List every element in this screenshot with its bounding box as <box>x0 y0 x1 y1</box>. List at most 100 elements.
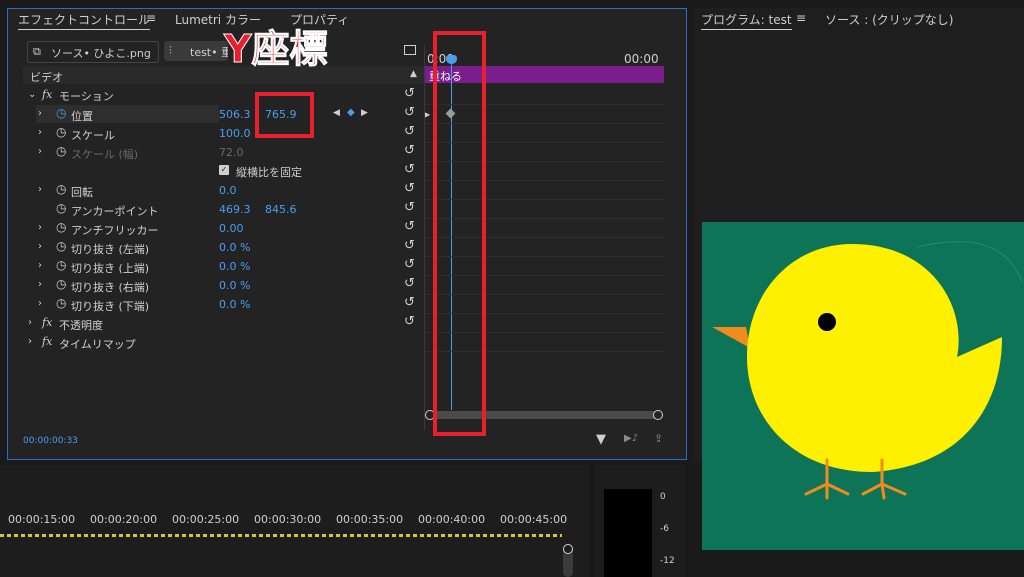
audio-meter <box>604 489 652 577</box>
chevron-down-icon[interactable]: ⌄ <box>28 89 36 100</box>
antiflicker-label: アンチフリッカー <box>71 224 159 237</box>
reset-icon[interactable]: ↺ <box>404 295 415 310</box>
antiflicker-value[interactable]: 0.00 <box>219 222 244 235</box>
panel-toggle-icon[interactable] <box>404 45 416 55</box>
crop-bottom-label: 切り抜き (下端) <box>71 300 150 313</box>
reset-icon[interactable]: ↺ <box>404 219 415 234</box>
timeline-tick-label: 00:00:25:00 <box>172 513 240 526</box>
timeline-ruler[interactable]: 00:00:15:00 00:00:20:00 00:00:25:00 00:00:3… <box>0 513 570 529</box>
chevron-right-icon[interactable]: › <box>38 146 42 157</box>
stopwatch-icon[interactable]: ◷ <box>56 239 66 253</box>
tab-source[interactable]: ソース : (クリップなし) <box>825 11 953 28</box>
sequence-icon: ⫶ <box>169 44 172 57</box>
tab-effect-controls[interactable]: エフェクトコントロール <box>18 11 151 30</box>
add-keyframe-icon[interactable]: ◆ <box>347 107 355 118</box>
anchor-y-value[interactable]: 845.6 <box>265 203 297 216</box>
reset-icon[interactable]: ↺ <box>404 181 415 196</box>
export-icon[interactable]: ⇪ <box>654 432 663 445</box>
reset-icon[interactable]: ↺ <box>404 124 415 139</box>
rotation-label: 回転 <box>71 186 93 199</box>
reset-icon[interactable]: ↺ <box>404 105 415 120</box>
uniform-scale-checkbox[interactable]: ✓ <box>219 165 229 175</box>
video-section-label: ビデオ <box>30 71 63 84</box>
timecode[interactable]: 00:00:00:33 <box>23 436 78 446</box>
timeline-tick-label: 00:00:30:00 <box>254 513 322 526</box>
stopwatch-icon[interactable]: ◷ <box>56 220 66 234</box>
sequence-clip-label: test• 重 <box>190 46 228 59</box>
fx-icon[interactable]: fx <box>42 335 52 348</box>
stopwatch-icon[interactable]: ◷ <box>56 201 66 215</box>
reset-icon[interactable]: ↺ <box>404 200 415 215</box>
menu-icon[interactable]: ≡ <box>796 11 806 25</box>
crop-top-value[interactable]: 0.0 % <box>219 260 250 273</box>
anchor-label: アンカーポイント <box>71 205 159 218</box>
chevron-right-icon[interactable]: › <box>38 260 42 271</box>
chevron-right-icon[interactable]: › <box>38 127 42 138</box>
reset-icon[interactable]: ↺ <box>404 257 415 272</box>
annotation-box-keyframe-column <box>433 31 486 436</box>
position-x-value[interactable]: 506.3 <box>219 108 251 121</box>
stopwatch-icon[interactable]: ◷ <box>56 277 66 291</box>
chevron-right-icon[interactable]: › <box>38 298 42 309</box>
zoom-handle-right[interactable] <box>653 410 663 420</box>
next-keyframe-icon[interactable]: ▶ <box>361 108 368 118</box>
chevron-right-icon[interactable]: › <box>28 317 32 328</box>
timeline-tick-label: 00:00:40:00 <box>418 513 486 526</box>
chevron-right-icon[interactable]: › <box>38 222 42 233</box>
crop-right-value[interactable]: 0.0 % <box>219 279 250 292</box>
video-preview <box>702 222 1024 550</box>
reset-icon[interactable]: ↺ <box>404 86 415 101</box>
timeline-tick-label: 00:00:35:00 <box>336 513 404 526</box>
stopwatch-icon[interactable]: ◷ <box>56 182 66 196</box>
chick-image <box>712 241 1023 500</box>
stopwatch-icon[interactable]: ◷ <box>56 106 66 120</box>
motion-label: モーション <box>59 90 114 103</box>
crop-left-value[interactable]: 0.0 % <box>219 241 250 254</box>
annotation-box-y-value <box>255 92 314 138</box>
crop-bottom-value[interactable]: 0.0 % <box>219 298 250 311</box>
menu-icon[interactable]: ≡ <box>146 11 156 25</box>
reset-icon[interactable]: ↺ <box>404 276 415 291</box>
scroll-handle[interactable] <box>563 544 573 554</box>
chevron-right-icon[interactable]: › <box>38 184 42 195</box>
filter-icon[interactable]: ▼ <box>596 432 606 447</box>
reset-icon[interactable]: ↺ <box>404 238 415 253</box>
scale-value[interactable]: 100.0 <box>219 127 251 140</box>
work-area-bar[interactable] <box>0 534 562 537</box>
chevron-right-icon[interactable]: › <box>38 108 42 119</box>
chevron-right-icon[interactable]: › <box>38 241 42 252</box>
stopwatch-icon: ◷ <box>56 144 67 158</box>
timeline-tick-label: 00:00:15:00 <box>8 513 76 526</box>
collapse-up-icon[interactable]: ▲ <box>410 69 417 79</box>
stopwatch-icon[interactable]: ◷ <box>56 125 66 139</box>
source-clip-tab[interactable]: ⧉ ソース• ひよこ.png <box>27 41 159 63</box>
scale-width-value: 72.0 <box>219 146 244 159</box>
stopwatch-icon[interactable]: ◷ <box>56 258 66 272</box>
scale-label: スケール <box>71 129 115 142</box>
crop-right-label: 切り抜き (右端) <box>71 281 150 294</box>
tab-properties[interactable]: プロパティ <box>290 11 349 28</box>
fx-icon[interactable]: fx <box>42 316 52 329</box>
chevron-right-icon[interactable]: › <box>28 336 32 347</box>
stopwatch-icon[interactable]: ◷ <box>56 296 66 310</box>
chevron-right-icon[interactable]: › <box>38 279 42 290</box>
meter-tick: -12 <box>660 556 675 566</box>
timeline-tick-label: 00:00:20:00 <box>90 513 158 526</box>
sequence-clip-tab[interactable]: ⫶ test• 重 <box>164 41 228 61</box>
prev-keyframe-icon[interactable]: ◀ <box>333 108 340 118</box>
reset-icon: ↺ <box>404 143 415 158</box>
reset-icon[interactable]: ↺ <box>404 314 415 329</box>
tab-lumetri-color[interactable]: Lumetri カラー <box>175 11 261 28</box>
rotation-value[interactable]: 0.0 <box>219 184 237 197</box>
tab-program[interactable]: プログラム: test <box>701 11 792 30</box>
reset-icon[interactable]: ↺ <box>404 162 415 177</box>
play-audio-icon[interactable]: ▶♪ <box>624 433 638 444</box>
anchor-x-value[interactable]: 469.3 <box>219 203 251 216</box>
timeline-tick-label: 00:00:45:00 <box>500 513 568 526</box>
annotation-label: Y座標 <box>224 27 329 71</box>
fx-icon[interactable]: fx <box>42 88 52 101</box>
uniform-scale-label: 縦横比を固定 <box>236 166 302 179</box>
crop-left-label: 切り抜き (左端) <box>71 243 150 256</box>
time-remap-label: タイムリマップ <box>59 338 136 351</box>
ruler-end: 00:00 <box>624 52 659 66</box>
